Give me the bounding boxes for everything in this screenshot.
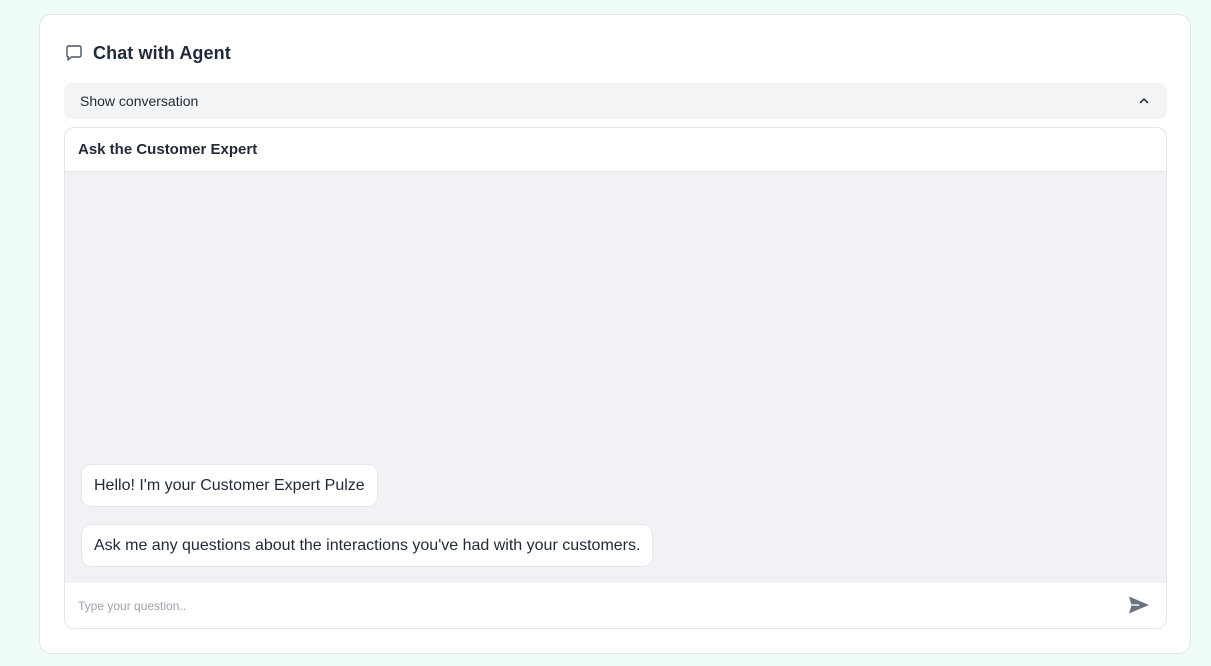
chat-card-title: Ask the Customer Expert	[78, 141, 258, 158]
message-list[interactable]: Hello! I'm your Customer Expert Pulze As…	[65, 172, 1166, 583]
chevron-up-icon	[1137, 94, 1151, 108]
send-icon	[1128, 595, 1150, 618]
chat-card: Ask the Customer Expert Hello! I'm your …	[64, 127, 1167, 629]
chat-card-header: Ask the Customer Expert	[65, 128, 1166, 172]
send-button[interactable]	[1125, 592, 1153, 620]
panel-title: Chat with Agent	[93, 42, 231, 63]
toggle-label: Show conversation	[80, 93, 199, 109]
message-bubble: Hello! I'm your Customer Expert Pulze	[81, 464, 378, 507]
show-conversation-toggle[interactable]: Show conversation	[64, 83, 1167, 119]
chat-bubble-icon	[64, 43, 84, 63]
chat-with-agent-panel: Chat with Agent Show conversation Ask th…	[39, 14, 1191, 654]
question-input[interactable]	[78, 599, 1125, 613]
message-bubble: Ask me any questions about the interacti…	[81, 524, 654, 567]
panel-header: Chat with Agent	[64, 41, 231, 65]
input-row	[65, 583, 1166, 628]
